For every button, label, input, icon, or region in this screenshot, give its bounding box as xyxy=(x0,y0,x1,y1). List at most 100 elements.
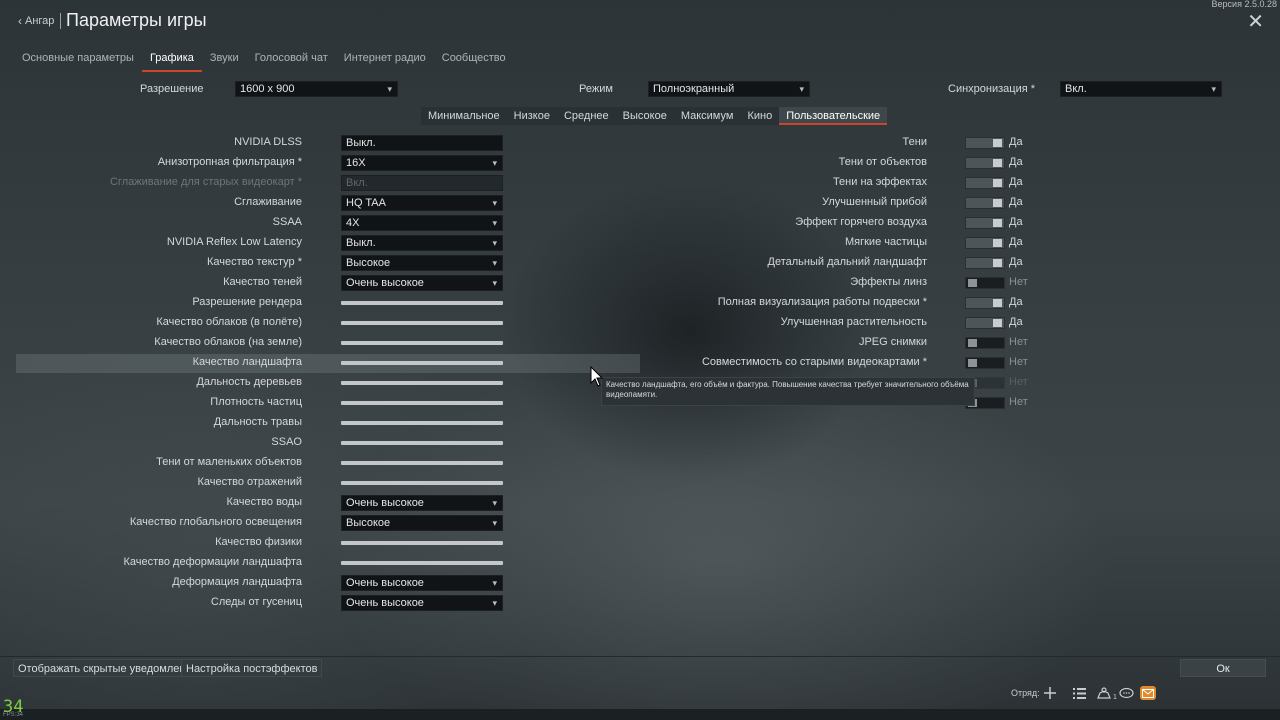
toggle-value: Да xyxy=(1009,256,1023,268)
setting-slider[interactable] xyxy=(341,421,503,425)
preset-4[interactable]: Максимум xyxy=(674,107,741,125)
toggle-value: Нет xyxy=(1009,336,1028,348)
setting-dropdown[interactable]: Очень высокое ▾ xyxy=(341,595,503,611)
chat-icon[interactable] xyxy=(1117,684,1135,702)
setting-toggle[interactable] xyxy=(965,237,1005,249)
setting-toggle[interactable] xyxy=(965,257,1005,269)
setting-slider[interactable] xyxy=(341,321,503,325)
chevron-down-icon: ▾ xyxy=(492,218,497,228)
setting-dropdown[interactable]: HQ TAA ▾ xyxy=(341,195,503,211)
sync-value: Вкл. xyxy=(1065,83,1087,95)
setting-slider[interactable] xyxy=(341,481,503,485)
setting-label: Качество теней xyxy=(223,276,302,288)
setting-label: Деформация ландшафта xyxy=(172,576,302,588)
tab-0[interactable]: Основные параметры xyxy=(14,50,142,72)
postfx-settings-button[interactable]: Настройка постэффектов xyxy=(181,659,323,677)
setting-slider[interactable] xyxy=(341,301,503,305)
resolution-dropdown[interactable]: 1600 x 900 ▾ xyxy=(235,81,398,97)
mail-icon[interactable] xyxy=(1140,686,1156,700)
toggle-label: Эффекты линз xyxy=(850,276,927,288)
tab-4[interactable]: Интернет радио xyxy=(336,50,434,72)
toggle-label: Полная визуализация работы подвески * xyxy=(717,296,927,308)
setting-dropdown[interactable]: Высокое ▾ xyxy=(341,255,503,271)
setting-dropdown[interactable]: Очень высокое ▾ xyxy=(341,495,503,511)
toggle-value: Да xyxy=(1009,296,1023,308)
setting-label: NVIDIA DLSS xyxy=(234,136,302,148)
tab-5[interactable]: Сообщество xyxy=(434,50,514,72)
settings-tabs: Основные параметры Графика Звуки Голосовой … xyxy=(14,50,514,72)
setting-toggle[interactable] xyxy=(965,157,1005,169)
back-to-hangar-link[interactable]: ‹ Ангар xyxy=(18,14,54,28)
setting-toggle[interactable] xyxy=(965,317,1005,329)
toggle-knob xyxy=(993,159,1002,167)
toggle-value: Да xyxy=(1009,156,1023,168)
setting-label: NVIDIA Reflex Low Latency xyxy=(166,236,302,248)
preset-0[interactable]: Минимальное xyxy=(421,107,507,125)
setting-label: Качество деформации ландшафта xyxy=(123,556,302,568)
resolution-value: 1600 x 900 xyxy=(240,83,295,95)
toggle-knob xyxy=(993,219,1002,227)
toggle-knob xyxy=(993,319,1002,327)
plus-icon[interactable] xyxy=(1041,684,1059,702)
contacts-icon[interactable]: 1 xyxy=(1095,684,1119,702)
setting-toggle[interactable] xyxy=(965,277,1005,289)
preset-2[interactable]: Среднее xyxy=(557,107,616,125)
preset-6[interactable]: Пользовательские xyxy=(779,107,888,125)
setting-value: Очень высокое xyxy=(346,277,424,289)
setting-slider[interactable] xyxy=(341,541,503,545)
setting-slider[interactable] xyxy=(341,561,503,565)
toggle-label: Мягкие частицы xyxy=(844,236,927,248)
setting-toggle[interactable] xyxy=(965,217,1005,229)
setting-toggle[interactable] xyxy=(965,297,1005,309)
chevron-down-icon: ▾ xyxy=(492,158,497,168)
preset-1[interactable]: Низкое xyxy=(507,107,557,125)
setting-value: Очень высокое xyxy=(346,497,424,509)
setting-value: Очень высокое xyxy=(346,597,424,609)
toggle-label: Улучшенный прибой xyxy=(822,196,927,208)
setting-toggle[interactable] xyxy=(965,177,1005,189)
toggle-value: Нет xyxy=(1009,276,1028,288)
show-hidden-notifications-button[interactable]: Отображать скрытые уведомления xyxy=(13,659,203,677)
chevron-down-icon: ▾ xyxy=(492,258,497,268)
setting-dropdown[interactable]: Высокое ▾ xyxy=(341,515,503,531)
tab-2[interactable]: Звуки xyxy=(202,50,247,72)
setting-dropdown[interactable]: 16X ▾ xyxy=(341,155,503,171)
toggle-label: Тени на эффектах xyxy=(832,176,927,188)
setting-slider[interactable] xyxy=(341,461,503,465)
setting-field[interactable]: Выкл. xyxy=(341,135,503,151)
toggle-label: JPEG снимки xyxy=(858,336,927,348)
version-label: Версия 2.5.0.28 xyxy=(1211,0,1277,9)
setting-label: Качество облаков (на земле) xyxy=(154,336,302,348)
setting-slider[interactable] xyxy=(341,341,503,345)
chevron-left-icon: ‹ xyxy=(18,14,22,28)
setting-slider[interactable] xyxy=(341,361,503,365)
toggle-value: Да xyxy=(1009,176,1023,188)
setting-dropdown[interactable]: Очень высокое ▾ xyxy=(341,275,503,291)
chevron-down-icon: ▾ xyxy=(799,84,804,94)
setting-value: 4X xyxy=(346,217,360,229)
setting-value: Высокое xyxy=(346,517,391,529)
setting-dropdown[interactable]: Очень высокое ▾ xyxy=(341,575,503,591)
ok-button[interactable]: Ок xyxy=(1180,659,1266,677)
preset-3[interactable]: Высокое xyxy=(616,107,674,125)
setting-toggle[interactable] xyxy=(965,357,1005,369)
tab-3[interactable]: Голосовой чат xyxy=(247,50,336,72)
setting-toggle[interactable] xyxy=(965,197,1005,209)
toggle-label: Эффект горячего воздуха xyxy=(795,216,927,228)
list-icon[interactable] xyxy=(1070,684,1088,702)
toggle-knob xyxy=(993,259,1002,267)
setting-label: Плотность частиц xyxy=(210,396,302,408)
setting-slider[interactable] xyxy=(341,441,503,445)
setting-slider[interactable] xyxy=(341,401,503,405)
setting-slider[interactable] xyxy=(341,381,503,385)
setting-dropdown[interactable]: 4X ▾ xyxy=(341,215,503,231)
setting-dropdown[interactable]: Выкл. ▾ xyxy=(341,235,503,251)
setting-toggle[interactable] xyxy=(965,137,1005,149)
mode-dropdown[interactable]: Полноэкранный ▾ xyxy=(648,81,810,97)
setting-toggle[interactable] xyxy=(965,337,1005,349)
close-icon[interactable]: ✕ xyxy=(1247,12,1264,32)
sync-dropdown[interactable]: Вкл. ▾ xyxy=(1060,81,1222,97)
preset-5[interactable]: Кино xyxy=(740,107,779,125)
chevron-down-icon: ▾ xyxy=(1211,84,1216,94)
tab-1[interactable]: Графика xyxy=(141,50,202,72)
